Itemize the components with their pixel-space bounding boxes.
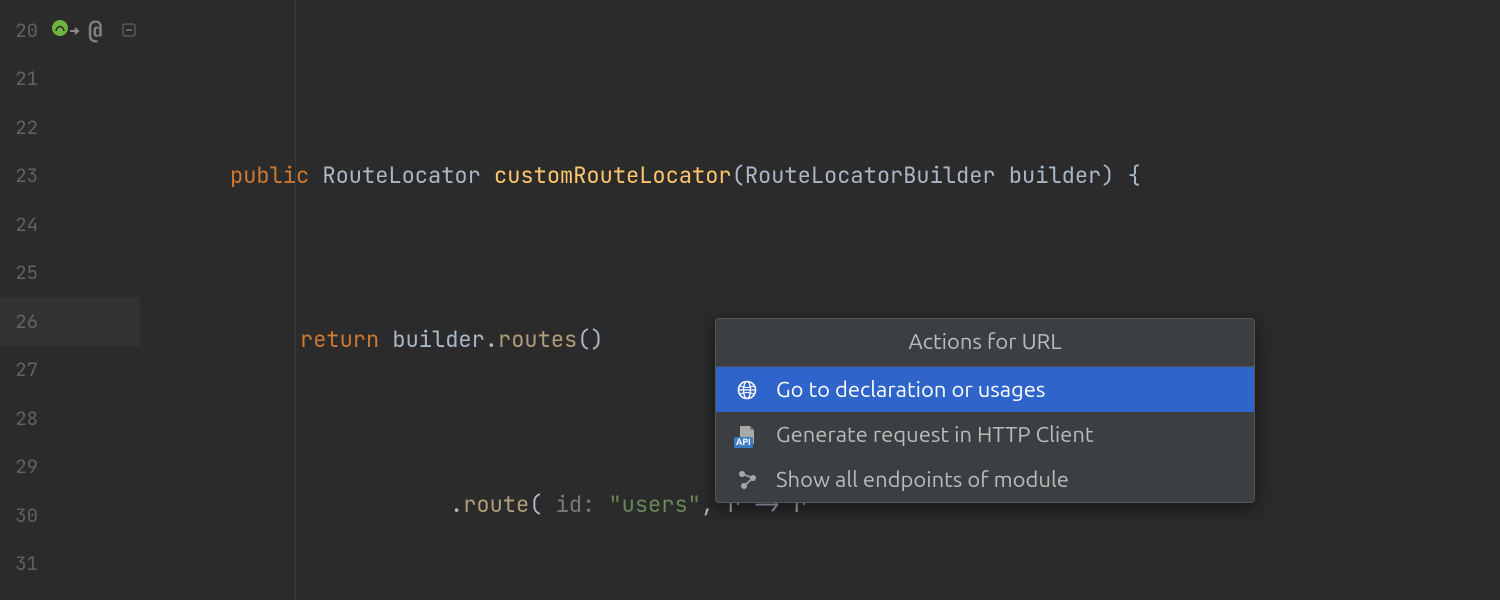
parameter: builder — [1009, 161, 1101, 190]
spring-bean-icon[interactable] — [50, 16, 70, 45]
keyword: public — [230, 161, 309, 190]
keyword: return — [300, 325, 379, 354]
api-file-icon: API — [734, 424, 760, 446]
line-number: 20 — [0, 18, 44, 43]
type: RouteLocator — [322, 161, 480, 190]
punct: () — [577, 325, 603, 354]
implements-arrow-icon[interactable] — [68, 16, 82, 45]
api-badge: API — [734, 437, 753, 448]
popup-title: Actions for URL — [716, 319, 1254, 367]
code-editor[interactable]: 20 @ 21 22 23 24 25 26 27 28 29 30 31 — [0, 0, 1500, 600]
globe-icon — [734, 379, 760, 401]
line-number: 27 — [0, 357, 44, 382]
string-literal: "users" — [608, 490, 700, 519]
gutter: 20 @ 21 22 23 24 25 26 27 28 29 30 31 — [0, 0, 140, 600]
method-name: customRouteLocator — [494, 161, 732, 190]
line-number: 21 — [0, 66, 44, 91]
method-call: routes — [498, 325, 577, 354]
line-number: 24 — [0, 212, 44, 237]
line-number: 25 — [0, 260, 44, 285]
inlay-hint: id: — [542, 490, 608, 519]
punct: ( — [732, 161, 745, 190]
line-number: 28 — [0, 406, 44, 431]
popup-item-label: Generate request in HTTP Client — [776, 422, 1236, 447]
code-line[interactable]: public RouteLocator customRouteLocator (… — [160, 151, 1500, 200]
popup-item-endpoints[interactable]: Show all endpoints of module — [716, 457, 1254, 502]
endpoints-graph-icon — [734, 469, 760, 491]
line-number: 29 — [0, 454, 44, 479]
line-number: 23 — [0, 163, 44, 188]
popup-item-label: Show all endpoints of module — [776, 467, 1236, 492]
line-number: 22 — [0, 115, 44, 140]
method-call: route — [463, 490, 529, 519]
annotation-at-icon[interactable]: @ — [88, 15, 102, 46]
fold-toggle-icon[interactable] — [118, 6, 140, 55]
popup-item-http[interactable]: API Generate request in HTTP Client — [716, 412, 1254, 457]
line-number: 30 — [0, 503, 44, 528]
actions-popup: Actions for URL Go to declaration or usa… — [715, 318, 1255, 503]
popup-item-goto[interactable]: Go to declaration or usages — [716, 367, 1254, 412]
ident: builder. — [392, 325, 498, 354]
code-area[interactable]: public RouteLocator customRouteLocator (… — [140, 0, 1500, 600]
punct: ) { — [1101, 161, 1141, 190]
popup-item-label: Go to declaration or usages — [776, 377, 1236, 402]
type: RouteLocatorBuilder — [745, 161, 996, 190]
line-number: 26 — [0, 309, 44, 334]
line-number: 31 — [0, 551, 44, 576]
